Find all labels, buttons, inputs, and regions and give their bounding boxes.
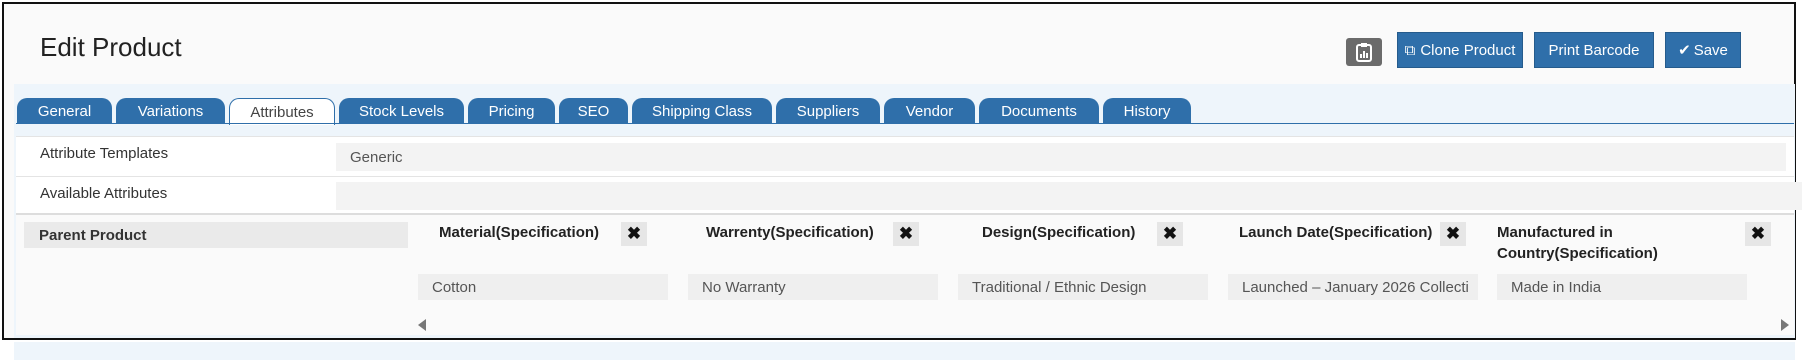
tab-pricing[interactable]: Pricing <box>468 98 555 124</box>
tab-documents[interactable]: Documents <box>979 98 1099 124</box>
tab-label: Pricing <box>488 102 535 120</box>
tab-bar-divider <box>16 123 1794 124</box>
tab-label: Vendor <box>905 102 954 120</box>
tab-label: Shipping Class <box>651 102 753 120</box>
clipboard-chart-icon <box>1356 43 1372 62</box>
close-icon: ✖ <box>1445 224 1461 243</box>
launch-date-value-field[interactable]: Launched – January 2026 Collecti <box>1228 274 1478 300</box>
attribute-header-manufactured-in: Manufactured in Country(Specification) <box>1497 224 1658 262</box>
tab-label: Stock Levels <box>358 102 445 120</box>
tab-vendor[interactable]: Vendor <box>884 98 975 124</box>
attribute-header-launch-date: Launch Date(Specification) <box>1239 224 1433 241</box>
page-title: Edit Product <box>40 32 182 62</box>
clone-product-button[interactable]: ⧉ Clone Product <box>1397 32 1523 68</box>
close-icon: ✖ <box>1750 224 1766 243</box>
remove-design-button[interactable]: ✖ <box>1157 222 1183 246</box>
tab-history[interactable]: History <box>1103 98 1191 124</box>
remove-warrenty-button[interactable]: ✖ <box>893 222 919 246</box>
material-value-field[interactable]: Cotton <box>418 274 668 300</box>
close-icon: ✖ <box>1162 224 1178 243</box>
available-attributes-row: Available Attributes <box>16 176 1802 213</box>
scroll-right-arrow-icon[interactable] <box>1781 319 1789 331</box>
print-barcode-label: Print Barcode <box>1548 41 1640 59</box>
tab-label: Documents <box>1001 102 1077 120</box>
warrenty-value-field[interactable]: No Warranty <box>688 274 938 300</box>
tab-label: History <box>1123 102 1171 120</box>
clone-product-label: Clone Product <box>1420 41 1516 59</box>
bottom-strip <box>14 342 1795 360</box>
report-button[interactable] <box>1346 38 1382 66</box>
clone-icon: ⧉ <box>1404 41 1416 59</box>
tab-suppliers[interactable]: Suppliers <box>776 98 880 124</box>
attribute-templates-row: Attribute Templates Generic <box>16 136 1794 176</box>
print-barcode-button[interactable]: Print Barcode <box>1534 32 1654 68</box>
remove-material-button[interactable]: ✖ <box>621 222 647 246</box>
tab-label: SEO <box>577 102 610 120</box>
close-icon: ✖ <box>898 224 914 243</box>
remove-launch-date-button[interactable]: ✖ <box>1440 222 1466 246</box>
available-attributes-label: Available Attributes <box>40 185 168 202</box>
tab-attributes[interactable]: Attributes <box>229 98 335 125</box>
tab-variations[interactable]: Variations <box>116 98 225 124</box>
tab-shipping-class[interactable]: Shipping Class <box>632 98 772 124</box>
close-icon: ✖ <box>626 224 642 243</box>
save-label: Save <box>1693 41 1728 59</box>
check-icon: ✔ <box>1678 42 1691 59</box>
tab-stock-levels[interactable]: Stock Levels <box>339 98 464 124</box>
tab-seo[interactable]: SEO <box>559 98 628 124</box>
attribute-templates-label: Attribute Templates <box>40 145 169 162</box>
parent-product-label: Parent Product <box>24 222 408 248</box>
attribute-templates-select[interactable]: Generic <box>336 143 1786 171</box>
design-value-field[interactable]: Traditional / Ethnic Design <box>958 274 1208 300</box>
tab-label: Suppliers <box>796 102 860 120</box>
tab-general[interactable]: General <box>17 98 112 124</box>
tab-label: General <box>37 102 92 120</box>
tab-label: Variations <box>137 102 204 120</box>
remove-manufactured-in-button[interactable]: ✖ <box>1745 222 1771 246</box>
manufactured-in-value-field[interactable]: Made in India <box>1497 274 1747 300</box>
save-button[interactable]: ✔ Save <box>1665 32 1741 68</box>
available-attributes-select[interactable] <box>336 182 1802 210</box>
tab-label: Attributes <box>250 103 314 121</box>
scroll-left-arrow-icon[interactable] <box>418 319 426 331</box>
